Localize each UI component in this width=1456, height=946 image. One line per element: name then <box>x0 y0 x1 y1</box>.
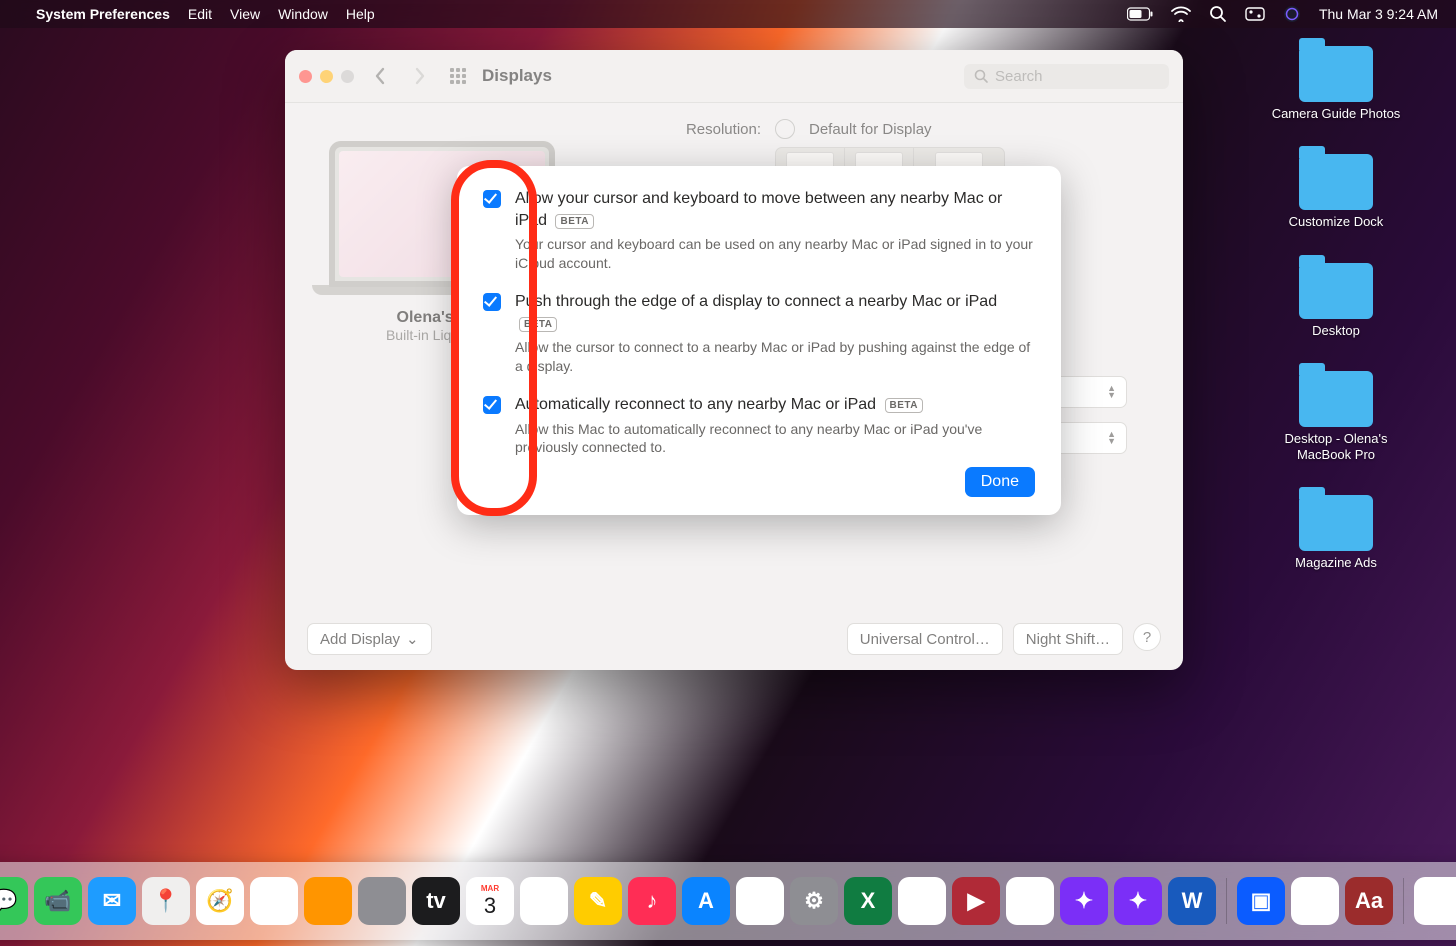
option-description: Allow this Mac to automatically reconnec… <box>515 420 1035 458</box>
dock: 􀎞⊞💬📹✉📍🧭✿tvMAR3☰✎♪A✱⚙X◉▶✦✦W▣≡Aa <box>0 862 1456 940</box>
dock-dictionary[interactable]: Aa <box>1345 877 1393 925</box>
battery-icon[interactable] <box>1127 7 1153 21</box>
add-display-button[interactable]: Add Display⌄ <box>307 623 432 655</box>
menubar: System Preferences Edit View Window Help… <box>0 0 1456 28</box>
done-button[interactable]: Done <box>965 467 1035 497</box>
dock-chrome[interactable]: ◉ <box>898 877 946 925</box>
dock-app-6[interactable]: ✦ <box>1114 877 1162 925</box>
option-title: Automatically reconnect to any nearby Ma… <box>515 394 1035 416</box>
app-menu[interactable]: System Preferences <box>36 6 170 22</box>
night-shift-button[interactable]: Night Shift… <box>1013 623 1123 655</box>
minimize-button[interactable] <box>320 70 333 83</box>
menu-edit[interactable]: Edit <box>188 6 212 22</box>
wifi-icon[interactable] <box>1171 6 1191 22</box>
option-title: Allow your cursor and keyboard to move b… <box>515 188 1035 231</box>
checkbox[interactable] <box>483 396 501 414</box>
search-input[interactable]: Search <box>964 64 1169 89</box>
zoom-button[interactable] <box>341 70 354 83</box>
dock-app-3[interactable]: ▶ <box>952 877 1000 925</box>
universal-control-sheet: Allow your cursor and keyboard to move b… <box>457 166 1061 515</box>
dock-maps[interactable]: 📍 <box>142 877 190 925</box>
dock-mail[interactable]: ✉ <box>88 877 136 925</box>
beta-badge: BETA <box>519 317 557 333</box>
menu-help[interactable]: Help <box>346 6 375 22</box>
dock-app-2[interactable] <box>358 877 406 925</box>
system-preferences-window: Displays Search Olena's M… Built-in Liqu… <box>285 50 1183 670</box>
window-toolbar: Displays Search <box>285 50 1183 103</box>
show-all-button[interactable] <box>446 64 470 88</box>
beta-badge: BETA <box>555 214 593 230</box>
option-allow-cursor-keyboard: Allow your cursor and keyboard to move b… <box>483 188 1035 273</box>
dock-slack[interactable]: ✱ <box>736 877 784 925</box>
dock-excel[interactable]: X <box>844 877 892 925</box>
dock-reminders[interactable]: ☰ <box>520 877 568 925</box>
desktop-folder[interactable]: Magazine Ads <box>1236 495 1436 571</box>
dock-notes[interactable]: ✎ <box>574 877 622 925</box>
dock-messages[interactable]: 💬 <box>0 877 28 925</box>
desktop-folder[interactable]: Camera Guide Photos <box>1236 46 1436 122</box>
dock-zoom[interactable]: ▣ <box>1237 877 1285 925</box>
dock-appstore[interactable]: A <box>682 877 730 925</box>
dock-safari[interactable]: 🧭 <box>196 877 244 925</box>
search-icon <box>974 69 989 84</box>
resolution-label: Resolution: <box>601 121 761 138</box>
dock-music[interactable]: ♪ <box>628 877 676 925</box>
checkbox[interactable] <box>483 190 501 208</box>
dock-settings[interactable]: ⚙ <box>790 877 838 925</box>
control-center-icon[interactable] <box>1245 7 1265 21</box>
desktop-folder[interactable]: Desktop <box>1236 263 1436 339</box>
desktop-folder[interactable]: Desktop - Olena's MacBook Pro <box>1236 371 1436 464</box>
option-auto-reconnect: Automatically reconnect to any nearby Ma… <box>483 394 1035 457</box>
help-button[interactable]: ? <box>1133 623 1161 651</box>
forward-button[interactable] <box>406 62 434 90</box>
chevron-down-icon: ⌄ <box>406 630 419 648</box>
resolution-default-label: Default for Display <box>809 121 932 138</box>
radio-default[interactable] <box>775 119 795 139</box>
option-description: Allow the cursor to connect to a nearby … <box>515 338 1035 376</box>
siri-icon[interactable] <box>1283 5 1301 23</box>
menu-view[interactable]: View <box>230 6 260 22</box>
search-placeholder: Search <box>995 68 1043 85</box>
option-push-through-edge: Push through the edge of a display to co… <box>483 291 1035 376</box>
beta-badge: BETA <box>885 398 923 414</box>
dock-app-7[interactable]: ≡ <box>1291 877 1339 925</box>
dock-appletv[interactable]: tv <box>412 877 460 925</box>
desktop-icons: Camera Guide Photos Customize Dock Deskt… <box>1236 46 1436 604</box>
dock-calendar[interactable]: MAR3 <box>466 877 514 925</box>
universal-control-button[interactable]: Universal Control… <box>847 623 1003 655</box>
dock-photos[interactable]: ✿ <box>250 877 298 925</box>
option-title: Push through the edge of a display to co… <box>515 291 1035 334</box>
spotlight-icon[interactable] <box>1209 5 1227 23</box>
dock-facetime[interactable]: 📹 <box>34 877 82 925</box>
dock-app-1[interactable] <box>304 877 352 925</box>
dock-recent-apps[interactable] <box>1414 877 1456 925</box>
dock-word[interactable]: W <box>1168 877 1216 925</box>
option-description: Your cursor and keyboard can be used on … <box>515 235 1035 273</box>
menu-window[interactable]: Window <box>278 6 328 22</box>
traffic-lights <box>299 70 354 83</box>
dock-app-5[interactable]: ✦ <box>1060 877 1108 925</box>
menubar-clock[interactable]: Thu Mar 3 9:24 AM <box>1319 6 1438 22</box>
window-title: Displays <box>482 66 552 86</box>
dock-app-4[interactable] <box>1006 877 1054 925</box>
close-button[interactable] <box>299 70 312 83</box>
desktop: System Preferences Edit View Window Help… <box>0 0 1456 946</box>
checkbox[interactable] <box>483 293 501 311</box>
desktop-folder[interactable]: Customize Dock <box>1236 154 1436 230</box>
back-button[interactable] <box>366 62 394 90</box>
